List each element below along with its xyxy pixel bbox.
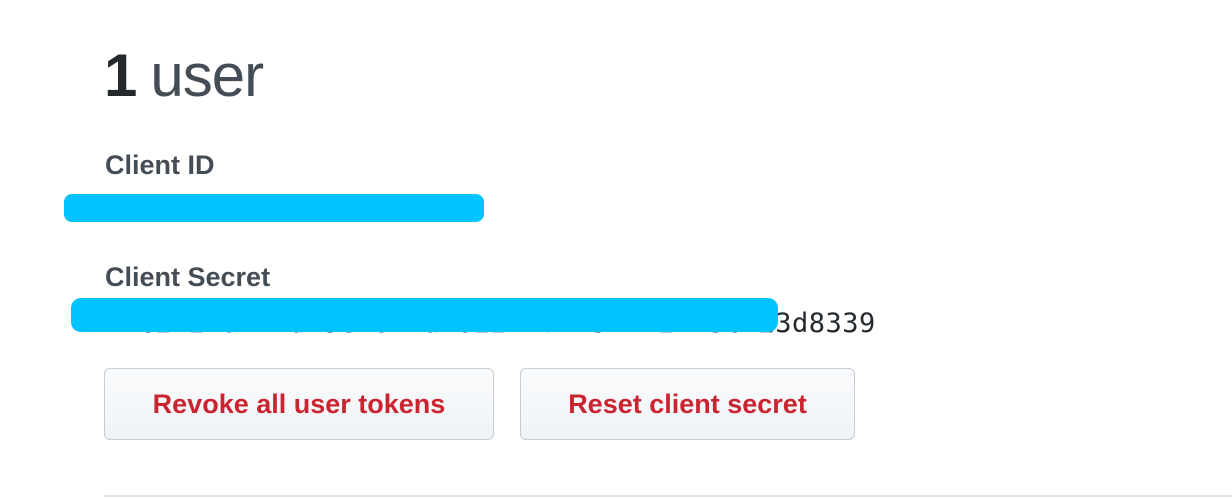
user-count-unit: user [150, 42, 264, 109]
client-secret-label: Client Secret [105, 262, 271, 292]
user-count-number: 1 [104, 42, 137, 109]
revoke-all-user-tokens-button[interactable]: Revoke all user tokens [104, 368, 494, 440]
reset-client-secret-button[interactable]: Reset client secret [520, 368, 855, 440]
client-id-redaction [64, 194, 484, 222]
section-divider [104, 495, 1232, 497]
client-secret-redaction [71, 298, 778, 332]
client-id-label: Client ID [105, 150, 215, 180]
user-count-heading: 1 user [104, 40, 264, 112]
